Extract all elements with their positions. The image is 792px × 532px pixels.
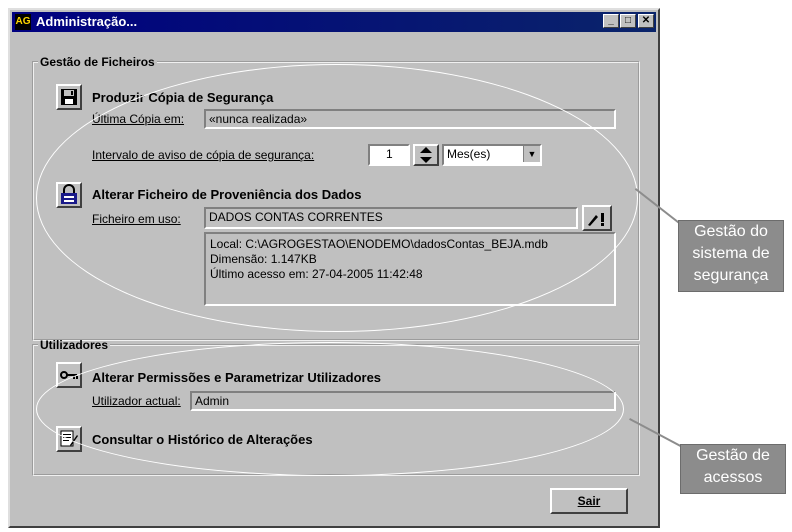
permissions-button[interactable] <box>56 362 82 388</box>
title-bar[interactable]: AG Administração... _ □ ✕ <box>12 12 656 32</box>
security-callout-line-1: Gestão do <box>694 223 768 240</box>
interval-input[interactable]: 1 <box>368 144 410 166</box>
file-in-use-field: DADOS CONTAS CORRENTES <box>204 207 578 229</box>
spinner-arrows-icon <box>420 147 432 163</box>
app-icon: AG <box>15 14 31 30</box>
minimize-button[interactable]: _ <box>603 14 619 28</box>
alter-file-title: Alterar Ficheiro de Proveniência dos Dad… <box>92 187 362 202</box>
permissions-title: Alterar Permissões e Parametrizar Utiliz… <box>92 370 382 385</box>
document-edit-icon <box>60 430 78 447</box>
security-callout-line-2: sistema de <box>692 245 770 262</box>
security-callout: Gestão do sistema de segurança <box>678 220 784 292</box>
interval-label: Intervalo de aviso de cópia de segurança… <box>92 148 315 162</box>
browse-file-button[interactable] <box>582 205 612 231</box>
file-location: Local: C:\AGROGESTAO\ENODEMO\dadosContas… <box>210 237 548 251</box>
current-user-label: Utilizador actual: <box>92 394 181 408</box>
pencil-alert-icon <box>588 213 604 226</box>
file-size: Dimensão: 1.147KB <box>210 252 317 266</box>
access-callout-line-2: acessos <box>703 469 763 486</box>
exit-button[interactable]: Sair <box>550 488 628 514</box>
last-copy-field: «nunca realizada» <box>204 109 616 129</box>
security-callout-line-3: segurança <box>693 267 769 284</box>
interval-unit-select[interactable]: Mes(es) ▼ <box>442 144 542 166</box>
interval-unit-value: Mes(es) <box>447 147 491 161</box>
file-last-access: Último acesso em: 27-04-2005 11:42:48 <box>210 267 423 281</box>
floppy-disk-icon <box>61 89 77 105</box>
dropdown-arrow-icon: ▼ <box>523 146 540 162</box>
history-button[interactable] <box>56 426 82 452</box>
database-lock-icon <box>61 184 77 204</box>
key-icon <box>60 371 78 379</box>
alter-file-button[interactable] <box>56 182 82 208</box>
close-button[interactable]: ✕ <box>638 14 654 28</box>
history-title: Consultar o Histórico de Alterações <box>92 432 313 447</box>
utilizadores-legend: Utilizadores <box>40 338 109 352</box>
file-info-box: Local: C:\AGROGESTAO\ENODEMO\dadosContas… <box>204 232 616 306</box>
last-copy-label: Última Cópia em: <box>92 112 185 126</box>
window-title: Administração... <box>36 14 138 29</box>
maximize-button[interactable]: □ <box>620 14 636 28</box>
exit-button-label: Sair <box>577 494 601 508</box>
admin-window: AG Administração... _ □ ✕ Gestão de Fichei… <box>8 8 660 528</box>
access-callout-line-1: Gestão de <box>696 447 770 464</box>
access-callout: Gestão de acessos <box>680 444 786 494</box>
backup-title: Produzir Cópia de Segurança <box>92 90 274 105</box>
current-user-field: Admin <box>190 391 616 411</box>
gestao-ficheiros-legend: Gestão de Ficheiros <box>40 55 155 69</box>
interval-spinner[interactable] <box>413 144 439 166</box>
file-in-use-label: Ficheiro em uso: <box>92 212 181 226</box>
backup-button[interactable] <box>56 84 82 110</box>
